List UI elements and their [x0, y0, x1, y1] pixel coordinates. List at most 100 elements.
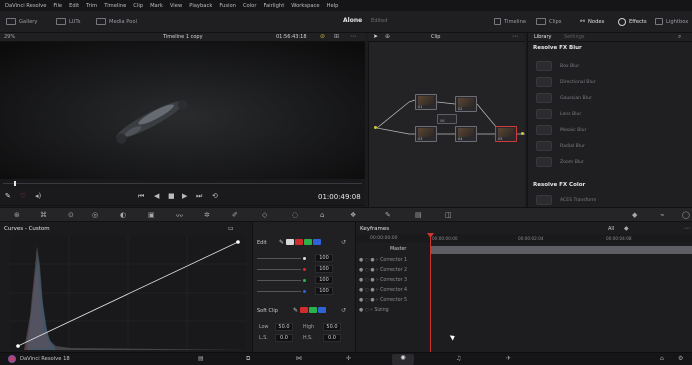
menu-help[interactable]: Help — [327, 3, 339, 9]
project-settings-icon[interactable]: ⚙ — [678, 355, 683, 362]
fx-gaussian-blur[interactable]: Gaussian Blur — [536, 92, 686, 104]
y-channel-button[interactable] — [286, 239, 295, 245]
audio-icon[interactable]: ◂) — [35, 192, 41, 200]
highlight-icon[interactable]: ⊘ — [320, 33, 325, 40]
menu-playback[interactable]: Playback — [189, 3, 212, 9]
warper-icon[interactable]: ✲ — [204, 211, 210, 219]
settings-icon[interactable]: ◯ — [682, 211, 690, 219]
timeline-button[interactable]: Timeline — [494, 18, 526, 25]
menu-davinci[interactable]: DaVinci Resolve — [5, 3, 46, 9]
node-04[interactable]: 04 — [455, 126, 477, 142]
timeline-name[interactable]: Timeline 1 copy — [163, 34, 203, 40]
nodes-button[interactable]: ⚯ Nodes — [580, 18, 604, 25]
node-02[interactable]: 02 — [455, 96, 477, 112]
go-to-start-icon[interactable]: ⏮ — [138, 192, 144, 201]
b-intensity[interactable]: 100 — [315, 287, 333, 295]
menu-clip[interactable]: Clip — [133, 3, 143, 9]
keyframe-row-corrector-2[interactable]: ● ◌ ● › Corrector 2 — [359, 268, 407, 273]
keyframes-options-icon[interactable]: ⋯ — [684, 225, 690, 232]
fx-aces-transform[interactable]: ACES Transform — [536, 194, 686, 206]
scrubber-bar[interactable] — [0, 179, 365, 188]
camera-raw-icon[interactable]: ◎ — [92, 211, 98, 219]
more-options-icon[interactable]: ⋯ — [350, 33, 356, 40]
node-more-icon[interactable]: ⋯ — [512, 33, 518, 40]
keyframe-row-corrector-1[interactable]: ● ◌ ● › Corrector 1 — [359, 258, 407, 263]
play-icon[interactable]: ▶ — [182, 192, 187, 200]
curves-options-icon[interactable]: ▭ — [228, 225, 234, 232]
r-intensity[interactable]: 100 — [315, 265, 333, 273]
key-icon[interactable]: ✎ — [385, 211, 391, 219]
fx-lens-blur[interactable]: Lens Blur — [536, 108, 686, 120]
sizing-icon[interactable]: ▤ — [415, 211, 422, 219]
menu-edit[interactable]: Edit — [69, 3, 79, 9]
tab-settings[interactable]: Settings — [564, 34, 585, 40]
magic-mask-icon[interactable]: ⌂ — [320, 211, 324, 219]
node-tool-icon[interactable]: ⊕ — [385, 33, 390, 40]
menu-color[interactable]: Color — [243, 3, 257, 9]
go-to-end-icon[interactable]: ⏭ — [196, 192, 202, 201]
keyframe-row-corrector-4[interactable]: ● ◌ ● › Corrector 4 — [359, 288, 407, 293]
color-picker-icon[interactable]: ♡ — [20, 192, 26, 200]
clip-selector[interactable]: Clip — [431, 34, 440, 40]
rgb-mixer-icon[interactable]: ⌘ — [40, 211, 47, 219]
home-icon[interactable]: ⌂ — [660, 355, 664, 362]
cut-page-icon[interactable]: ⧉ — [246, 355, 250, 363]
keyframe-row-corrector-5[interactable]: ● ◌ ● › Corrector 5 — [359, 298, 407, 303]
ls-value[interactable]: 0.0 — [275, 334, 293, 342]
master-track-bar[interactable] — [430, 246, 692, 254]
loop-icon[interactable]: ⟲ — [212, 192, 218, 200]
curve-editor[interactable] — [10, 236, 246, 350]
scrubber-playhead[interactable] — [14, 181, 16, 186]
fx-radial-blur[interactable]: Radial Blur — [536, 140, 686, 152]
reverse-play-icon[interactable]: ◀ — [154, 192, 159, 200]
node-03[interactable]: 03 — [415, 126, 437, 142]
zoom-level[interactable]: 29% — [4, 34, 15, 40]
keyframes-filter[interactable]: All — [608, 226, 614, 232]
gallery-button[interactable]: Gallery — [6, 18, 37, 25]
curves-icon[interactable]: 〰 — [176, 211, 183, 221]
menu-fairlight[interactable]: Fairlight — [263, 3, 284, 9]
fairlight-page-icon[interactable]: ♫ — [456, 355, 461, 362]
info-icon[interactable]: ⌁ — [660, 211, 664, 219]
node-input-dot[interactable] — [374, 126, 377, 129]
scopes-toggle-icon[interactable]: ◆ — [632, 211, 637, 219]
soft-clip-reset-icon[interactable]: ↺ — [341, 307, 346, 314]
stop-icon[interactable]: ■ — [168, 192, 175, 200]
grid-icon[interactable]: ⊞ — [334, 33, 339, 40]
g-intensity[interactable]: 100 — [315, 276, 333, 284]
pen-tool-icon[interactable]: ✎ — [5, 192, 11, 200]
section-resolve-fx-blur[interactable]: Resolve FX Blur — [533, 45, 582, 51]
g-channel-button[interactable] — [304, 239, 313, 245]
color-page-icon[interactable]: ◉ — [392, 354, 414, 365]
fx-directional-blur[interactable]: Directional Blur — [536, 76, 686, 88]
hdr-icon[interactable]: ▣ — [148, 211, 155, 219]
soft-clip-r-button[interactable] — [300, 307, 309, 313]
tracker-icon[interactable]: ◌ — [292, 211, 298, 219]
fx-zoom-blur[interactable]: Zoom Blur — [536, 156, 686, 168]
qualifier-icon[interactable]: ✐ — [232, 211, 238, 219]
menu-workspace[interactable]: Workspace — [291, 3, 319, 9]
luts-button[interactable]: LUTs — [56, 18, 80, 25]
color-match-icon[interactable]: ◐ — [120, 211, 126, 219]
motion-effects-icon[interactable]: ⊙ — [68, 211, 74, 219]
playhead[interactable] — [430, 234, 431, 352]
fusion-page-icon[interactable]: ✢ — [346, 355, 351, 362]
window-icon[interactable]: ◇ — [262, 211, 267, 219]
soft-clip-link-icon[interactable]: ✎ — [293, 307, 298, 314]
soft-clip-b-button[interactable] — [318, 307, 327, 313]
reset-icon[interactable]: ↺ — [341, 239, 346, 246]
high-value[interactable]: 50.0 — [323, 323, 341, 331]
menu-timeline[interactable]: Timeline — [104, 3, 126, 9]
node-01[interactable]: 01 — [415, 94, 437, 110]
tab-library[interactable]: Library — [534, 34, 551, 40]
y-intensity[interactable]: 100 — [315, 254, 333, 262]
media-pool-button[interactable]: Media Pool — [96, 18, 137, 25]
fx-mosaic-blur[interactable]: Mosaic Blur — [536, 124, 686, 136]
menu-trim[interactable]: Trim — [86, 3, 97, 9]
color-wheels-icon[interactable]: ⊛ — [14, 211, 20, 219]
node-graph[interactable]: 01 02 03 04 05 06 — [368, 42, 525, 207]
node-05[interactable]: 05 — [495, 126, 517, 142]
effects-button[interactable]: Effects — [618, 18, 647, 26]
link-icon[interactable]: ✎ — [279, 239, 284, 246]
pointer-tool-icon[interactable]: ➤ — [373, 33, 378, 40]
